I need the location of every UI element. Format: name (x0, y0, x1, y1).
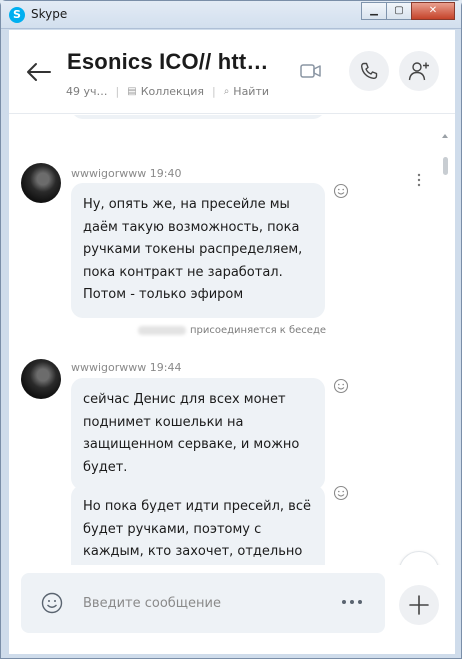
maximize-button[interactable]: ▢ (386, 2, 412, 20)
title-bar[interactable]: S Skype ▁ ▢ ✕ (1, 1, 461, 29)
phone-icon (360, 62, 378, 80)
reaction-smiley-icon[interactable] (333, 485, 349, 501)
blurred-user-name (137, 325, 186, 335)
gallery-icon: ▤ (127, 86, 137, 97)
window-title: Skype (31, 7, 68, 21)
gallery-link[interactable]: Коллекция (141, 85, 204, 98)
emoji-icon[interactable] (41, 592, 63, 614)
message-list[interactable]: wwwigorwww 19:40 Ну, опять же, на пресей… (9, 115, 455, 565)
add-participant-button[interactable] (399, 51, 439, 91)
reaction-smiley-icon[interactable] (333, 183, 349, 199)
back-arrow-icon[interactable] (25, 62, 51, 82)
skype-client: Esonics ICO// htt… 49 уч… | ▤ Коллекция … (9, 30, 455, 654)
add-content-button[interactable] (399, 585, 439, 625)
message-composer (21, 573, 385, 633)
join-text: присоединяется к беседе (189, 325, 327, 336)
message-bubble[interactable]: сейчас Денис для всех монет поднимет кош… (71, 378, 325, 490)
skype-logo-icon: S (9, 7, 25, 23)
sender-and-time: wwwigorwww 19:44 (71, 361, 182, 374)
add-person-icon (408, 62, 429, 81)
conversation-header: Esonics ICO// htt… 49 уч… | ▤ Коллекция … (9, 30, 455, 114)
find-link[interactable]: Найти (233, 85, 269, 98)
scroll-up-arrow-icon[interactable] (442, 133, 448, 139)
participants-count[interactable]: 49 уч… (66, 85, 108, 98)
window-controls: ▁ ▢ ✕ (361, 2, 455, 20)
skype-window: S Skype ▁ ▢ ✕ Esonics ICO// htt… 49 уч… … (0, 0, 462, 659)
video-camera-icon (300, 64, 321, 78)
plus-icon (409, 595, 429, 615)
conversation-meta: 49 уч… | ▤ Коллекция | ⌕ Найти (66, 85, 270, 98)
video-call-button[interactable] (291, 51, 331, 91)
scrollbar-thumb[interactable] (443, 157, 448, 175)
sender-and-time: wwwigorwww 19:40 (71, 167, 182, 180)
scroll-to-bottom-button[interactable] (399, 551, 439, 565)
system-message: присоединяется к беседе (9, 325, 455, 336)
more-options-icon[interactable] (417, 173, 421, 187)
avatar[interactable] (21, 163, 61, 203)
more-options-icon[interactable] (341, 599, 363, 605)
message-bubble[interactable]: Ну, опять же, на пресейле мы даём такую … (71, 183, 325, 318)
conversation-title[interactable]: Esonics ICO// htt… (67, 49, 269, 75)
search-icon: ⌕ (223, 86, 230, 97)
reaction-smiley-icon[interactable] (333, 378, 349, 394)
audio-call-button[interactable] (349, 51, 389, 91)
message-bubble[interactable]: Но пока будет идти пресейл, всё будет ру… (71, 485, 325, 565)
minimize-button[interactable]: ▁ (361, 2, 387, 20)
message-input[interactable] (83, 592, 323, 614)
close-button[interactable]: ✕ (411, 2, 455, 20)
avatar[interactable] (21, 359, 61, 399)
previous-message-bubble (71, 115, 325, 119)
